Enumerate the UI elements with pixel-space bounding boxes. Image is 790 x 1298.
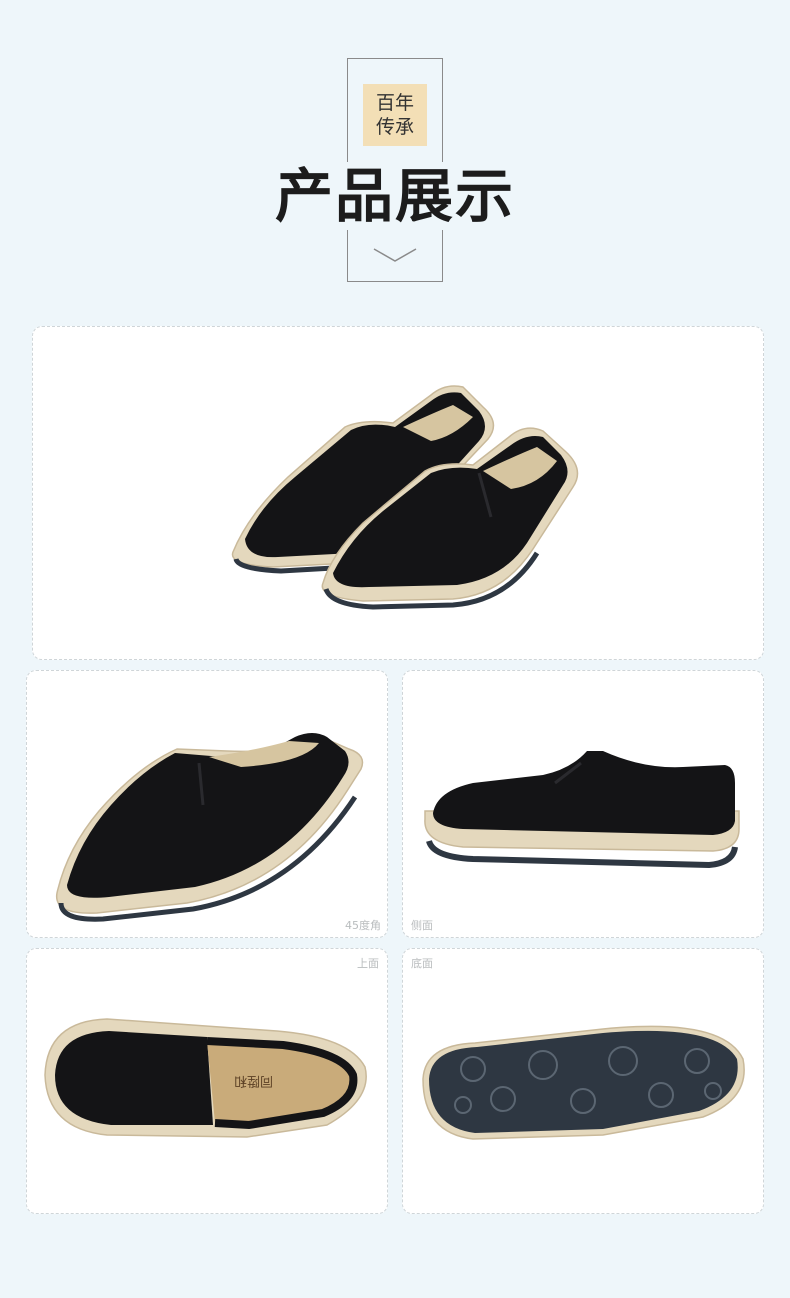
caption-side: 侧面: [411, 919, 433, 932]
badge-line-2: 传承: [375, 116, 414, 138]
product-photo-bottom: 底面: [402, 948, 764, 1214]
product-photo-45-degree: 45度角: [26, 670, 388, 938]
badge-line-1: 百年: [375, 92, 414, 114]
section-title-wrap: 产品展示: [270, 162, 520, 230]
product-photo-pair: [32, 326, 764, 660]
header-badge: 百年 传承: [363, 84, 427, 146]
shoe-top-image: 同陞和: [44, 1018, 367, 1138]
section-title: 产品展示: [274, 162, 515, 230]
product-photo-side: 侧面: [402, 670, 764, 938]
caption-45-degree: 45度角: [345, 919, 381, 932]
shoe-45-degree-image: [56, 733, 364, 922]
product-photo-top: 同陞和 上面: [26, 948, 388, 1214]
shoe-side-image: [424, 751, 740, 869]
caption-bottom: 底面: [411, 957, 433, 970]
caption-top: 上面: [357, 957, 379, 970]
shoe-pair-image: [231, 385, 579, 610]
chevron-down-icon: [373, 248, 417, 262]
svg-text:同陞和: 同陞和: [234, 1073, 273, 1088]
shoe-sole-image: [422, 1025, 745, 1140]
